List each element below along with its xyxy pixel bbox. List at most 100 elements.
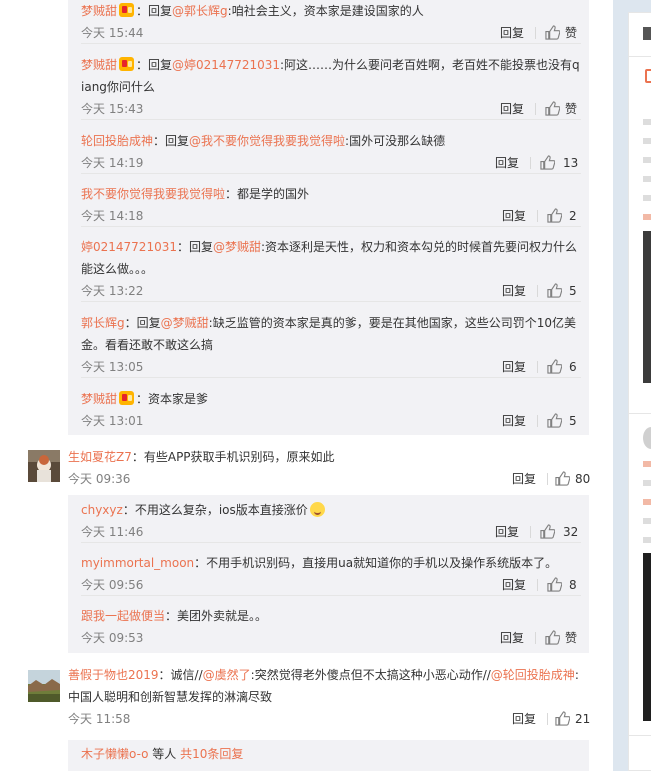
- like-count[interactable]: 5: [569, 410, 577, 432]
- like-count[interactable]: 2: [569, 205, 577, 227]
- reply-time: 今天 13:22: [81, 284, 144, 298]
- reply-text: ：都是学的国外: [225, 187, 310, 201]
- sidebar-image[interactable]: [643, 231, 651, 383]
- sidebar-link-stub[interactable]: [643, 499, 651, 505]
- reply-button[interactable]: 回复: [495, 521, 519, 543]
- like-count[interactable]: 80: [575, 468, 590, 490]
- thumbs-up-icon[interactable]: [545, 101, 560, 116]
- mention-link[interactable]: @我不要你觉得我要我觉得啦: [189, 134, 345, 148]
- reply-username[interactable]: myimmortal_moon: [81, 556, 194, 570]
- hot-icon[interactable]: [645, 69, 651, 83]
- thumbs-up-icon[interactable]: [547, 208, 562, 223]
- sidebar-avatar[interactable]: [643, 427, 651, 449]
- reply-button[interactable]: 回复: [502, 205, 526, 227]
- sidebar-text-stub: [643, 157, 651, 163]
- comment-time: 今天 09:36: [68, 472, 131, 486]
- reply-username[interactable]: 木子懒懒o-o: [81, 747, 148, 761]
- like-count[interactable]: 赞: [565, 98, 577, 120]
- like-count[interactable]: 赞: [565, 22, 577, 44]
- like-count[interactable]: 赞: [565, 627, 577, 649]
- reply-meta: 今天 14:19 回复 13: [81, 152, 581, 174]
- reply-username[interactable]: chyxyz: [81, 503, 123, 517]
- mention-link[interactable]: @梦贼甜: [213, 240, 261, 254]
- mention-link[interactable]: @婷02147721031: [172, 58, 280, 72]
- reply-username[interactable]: 婷02147721031: [81, 240, 177, 254]
- reply-button[interactable]: 回复: [495, 152, 519, 174]
- comment-meta: 今天 11:58 回复 21: [68, 708, 590, 730]
- reply-username[interactable]: 梦贼甜: [81, 392, 117, 406]
- reply-button[interactable]: 回复: [500, 98, 524, 120]
- comment-text: ：有些APP获取手机识别码，原来如此: [131, 450, 335, 464]
- user-avatar[interactable]: [28, 450, 60, 482]
- divider: [535, 27, 536, 39]
- mention-link[interactable]: @虞然了: [203, 668, 251, 682]
- comment-username[interactable]: 善假于物也2019: [68, 668, 159, 682]
- reply-username[interactable]: 郭长辉g: [81, 316, 125, 330]
- sidebar-text-stub: [643, 195, 651, 201]
- user-avatar[interactable]: [28, 670, 60, 702]
- reply-prefix: ：回复: [153, 134, 190, 148]
- divider: [530, 157, 531, 169]
- member-badge-icon: [119, 391, 135, 405]
- reply-prefix: ：回复: [136, 58, 173, 72]
- reply-meta: 今天 11:46 回复 32: [81, 521, 581, 543]
- thumbs-up-icon[interactable]: [547, 359, 562, 374]
- reply-button[interactable]: 回复: [502, 356, 526, 378]
- thumbs-up-icon[interactable]: [555, 471, 570, 486]
- thumbs-up-icon[interactable]: [547, 413, 562, 428]
- more-replies-count[interactable]: 共10条回复: [180, 747, 243, 761]
- like-count[interactable]: 6: [569, 356, 577, 378]
- divider: [535, 103, 536, 115]
- thumbs-up-icon[interactable]: [540, 524, 555, 539]
- like-count[interactable]: 8: [569, 574, 577, 596]
- reply-username[interactable]: 轮回投胎成神: [81, 134, 153, 148]
- thumbs-up-icon[interactable]: [545, 630, 560, 645]
- sidebar-link-stub[interactable]: [643, 214, 651, 220]
- reply-time: 今天 09:56: [81, 578, 144, 592]
- reply-button[interactable]: 回复: [500, 627, 524, 649]
- thumbs-up-icon[interactable]: [545, 25, 560, 40]
- sidebar-text-stub: [643, 138, 651, 144]
- sidebar-image[interactable]: [643, 553, 651, 721]
- like-count[interactable]: 13: [563, 152, 578, 174]
- comment-username[interactable]: 生如夏花Z7: [68, 450, 132, 464]
- comment-text: ：诚信//: [158, 668, 203, 682]
- like-count[interactable]: 21: [575, 708, 590, 730]
- thumbs-up-icon[interactable]: [547, 577, 562, 592]
- like-count[interactable]: 32: [563, 521, 578, 543]
- reply-item: 梦贼甜 ：回复@郭长辉g:咱社会主义，资本家是建设国家的人 今天 15:44 回复…: [81, 0, 581, 44]
- thumbs-up-icon[interactable]: [555, 711, 570, 726]
- mention-link[interactable]: @梦贼甜: [161, 316, 209, 330]
- reply-button[interactable]: 回复: [502, 410, 526, 432]
- sidebar-text-stub: [643, 480, 651, 486]
- comment-time: 今天 11:58: [68, 712, 131, 726]
- reply-button[interactable]: 回复: [512, 708, 536, 730]
- thumbs-up-icon[interactable]: [547, 283, 562, 298]
- divider: [535, 632, 536, 644]
- reply-username[interactable]: 我不要你觉得我要我觉得啦: [81, 187, 225, 201]
- reply-button[interactable]: 回复: [502, 280, 526, 302]
- reply-button[interactable]: 回复: [512, 468, 536, 490]
- comment-item: 生如夏花Z7：有些APP获取手机识别码，原来如此 今天 09:36 回复 80: [68, 446, 590, 490]
- thumbs-up-icon[interactable]: [540, 155, 555, 170]
- like-count[interactable]: 5: [569, 280, 577, 302]
- reply-time: 今天 13:05: [81, 360, 144, 374]
- reply-button[interactable]: 回复: [500, 22, 524, 44]
- reply-username[interactable]: 梦贼甜: [81, 58, 117, 72]
- mention-link[interactable]: @郭长辉g: [172, 4, 228, 18]
- reply-meta: 今天 09:53 回复 赞: [81, 627, 581, 649]
- reply-username[interactable]: 梦贼甜: [81, 4, 117, 18]
- reply-time: 今天 14:19: [81, 156, 144, 170]
- sidebar-link-stub[interactable]: [643, 461, 651, 467]
- reply-username[interactable]: 跟我一起做便当: [81, 609, 165, 623]
- comment-text: :突然觉得老外傻点但不太搞这种小恶心动作//: [250, 668, 491, 682]
- reply-prefix: ：回复: [124, 316, 161, 330]
- mention-link[interactable]: @轮回投胎成神: [491, 668, 575, 682]
- more-replies-link[interactable]: 木子懒懒o-o 等人 共10条回复: [81, 743, 243, 765]
- sidebar-text-stub: [643, 537, 651, 543]
- reply-meta: 今天 13:01 回复 5: [81, 410, 581, 432]
- member-badge-icon: [119, 3, 135, 17]
- divider: [547, 473, 548, 485]
- reply-button[interactable]: 回复: [502, 574, 526, 596]
- reply-time: 今天 13:01: [81, 414, 144, 428]
